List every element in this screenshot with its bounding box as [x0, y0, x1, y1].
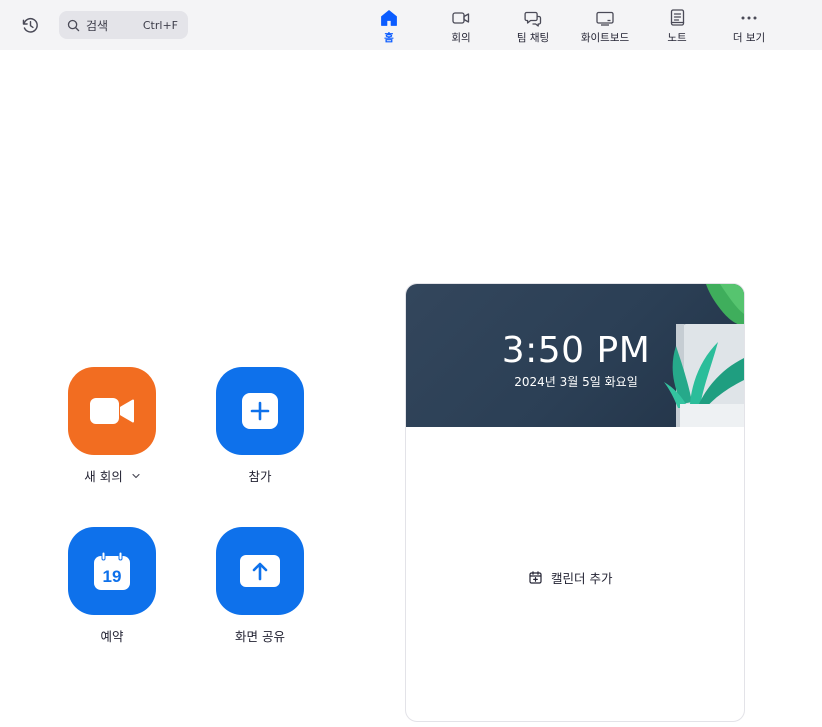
- current-time: 3:50 PM: [501, 330, 651, 371]
- new-meeting-action: 새 회의: [47, 367, 177, 485]
- current-date: 2024년 3월 5일 화요일: [514, 375, 638, 389]
- search-icon: [67, 19, 80, 31]
- share-screen-label: 화면 공유: [235, 629, 285, 644]
- schedule-button[interactable]: 19: [68, 527, 156, 615]
- tab-team-chat[interactable]: 팀 채팅: [504, 9, 562, 45]
- video-camera-icon: [452, 12, 470, 24]
- history-clock-icon: [22, 17, 38, 33]
- calendar-day-number: 19: [103, 567, 122, 586]
- tab-home[interactable]: 홈: [372, 9, 406, 45]
- schedule-action: 19 예약: [47, 527, 177, 645]
- add-calendar-label: 캘린더 추가: [551, 571, 613, 586]
- tab-notes[interactable]: 노트: [660, 9, 694, 45]
- tab-team-chat-label: 팀 채팅: [516, 32, 550, 44]
- tab-meetings-label: 회의: [451, 32, 471, 44]
- join-action: 참가: [195, 367, 325, 485]
- calendar-card-header: 3:50 PM 2024년 3월 5일 화요일: [406, 284, 744, 427]
- chat-bubbles-icon: [524, 11, 542, 27]
- tab-home-label: 홈: [384, 32, 394, 44]
- schedule-label: 예약: [100, 629, 124, 644]
- share-screen-action: 화면 공유: [195, 527, 325, 645]
- tab-notes-label: 노트: [667, 32, 687, 44]
- search-input[interactable]: 검색 Ctrl+F: [59, 11, 188, 39]
- tab-whiteboards[interactable]: 화이트보드: [574, 9, 636, 45]
- join-button[interactable]: [216, 367, 304, 455]
- calendar-card: 3:50 PM 2024년 3월 5일 화요일 캘린더 추가: [405, 283, 745, 722]
- tab-more[interactable]: 더 보기: [725, 9, 773, 45]
- share-screen-button[interactable]: [216, 527, 304, 615]
- home-icon: [381, 10, 397, 26]
- new-meeting-label: 새 회의: [84, 469, 123, 484]
- calendar-icon: 19: [94, 551, 130, 590]
- calendar-add-icon: [529, 571, 542, 584]
- top-navigation-bar: 검색 Ctrl+F 홈 회의 팀 채팅 화이트보드 노트 더 보기: [0, 0, 822, 50]
- notes-icon: [670, 9, 684, 26]
- add-calendar-button[interactable]: 캘린더 추가: [529, 568, 612, 587]
- new-meeting-button[interactable]: [68, 367, 156, 455]
- tab-meetings[interactable]: 회의: [444, 9, 478, 45]
- tab-whiteboards-label: 화이트보드: [580, 32, 630, 44]
- more-dots-icon: [741, 16, 757, 20]
- search-shortcut: Ctrl+F: [142, 18, 178, 32]
- whiteboard-icon: [596, 11, 614, 26]
- new-meeting-label-row[interactable]: 새 회의: [84, 466, 140, 485]
- plus-icon: [242, 393, 278, 429]
- join-label: 참가: [248, 469, 272, 484]
- search-placeholder: 검색: [86, 18, 109, 33]
- share-screen-icon: [240, 555, 280, 587]
- chevron-down-icon: [132, 473, 140, 478]
- tab-more-label: 더 보기: [732, 32, 766, 44]
- video-camera-icon: [90, 398, 134, 424]
- history-button[interactable]: [19, 14, 41, 36]
